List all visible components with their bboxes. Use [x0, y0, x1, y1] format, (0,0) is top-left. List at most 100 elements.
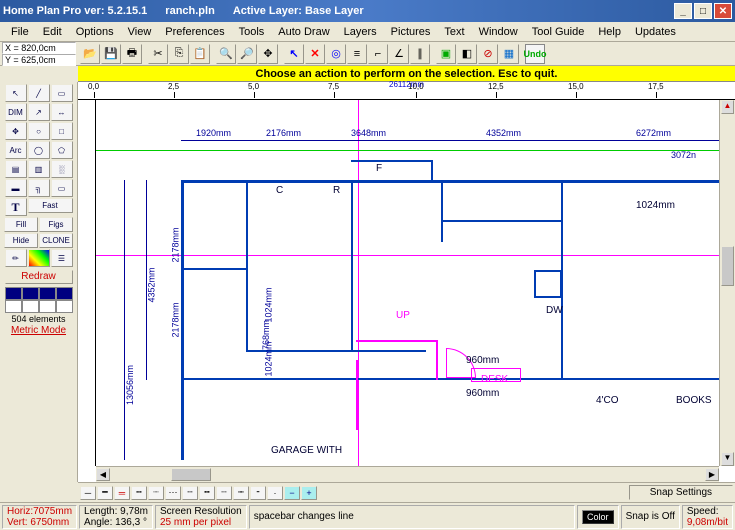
tool-door-icon[interactable]: ╗ [28, 179, 50, 197]
tool-zoomout-icon[interactable]: 🔎 [237, 44, 257, 64]
linetype-9-icon[interactable]: ┄ [216, 486, 232, 500]
tool-angle-icon[interactable]: ∠ [389, 44, 409, 64]
tool-green-icon[interactable]: ▣ [436, 44, 456, 64]
tool-dim-button[interactable]: DIM [5, 103, 27, 121]
tool-hatch2-icon[interactable]: ▥ [28, 160, 50, 178]
tool-dim2-icon[interactable]: ↔ [51, 103, 73, 121]
swatch[interactable] [56, 300, 73, 313]
menu-autodraw[interactable]: Auto Draw [271, 24, 336, 40]
tool-misc-icon[interactable]: ◧ [457, 44, 477, 64]
tool-figs-button[interactable]: Figs [39, 217, 73, 232]
scroll-left-icon[interactable]: ◀ [96, 468, 110, 481]
linetype-11-icon[interactable]: ⁃ [250, 486, 266, 500]
swatch[interactable] [22, 287, 39, 300]
menu-layers[interactable]: Layers [337, 24, 384, 40]
tool-save-icon[interactable]: 💾 [101, 44, 121, 64]
tool-red-icon[interactable]: ⊘ [478, 44, 498, 64]
close-button[interactable]: ✕ [714, 3, 732, 19]
tool-circle-icon[interactable]: ○ [28, 122, 50, 140]
maximize-button[interactable]: □ [694, 3, 712, 19]
tool-cut-icon[interactable]: ✂ [148, 44, 168, 64]
tool-square-icon[interactable]: □ [51, 122, 73, 140]
linetype-minus-icon[interactable]: − [284, 486, 300, 500]
horizontal-scrollbar[interactable]: ◀ ▶ [96, 466, 719, 482]
menu-pictures[interactable]: Pictures [384, 24, 438, 40]
tool-parallel-icon[interactable]: ∥ [410, 44, 430, 64]
redraw-button[interactable]: Redraw [5, 270, 73, 284]
linetype-7-icon[interactable]: ╌ [182, 486, 198, 500]
scroll-down-icon[interactable]: ▼ [721, 452, 734, 466]
linetype-4-icon[interactable]: ┅ [131, 486, 147, 500]
linetype-plus-icon[interactable]: + [301, 486, 317, 500]
swatch[interactable] [5, 300, 22, 313]
linetype-2-icon[interactable]: ━ [97, 486, 113, 500]
drawing-canvas[interactable]: 1920mm2176mm3648mm4352mm6272mm3072n2178m… [96, 100, 719, 466]
tool-move-icon[interactable]: ✥ [5, 122, 27, 140]
linetype-10-icon[interactable]: ┉ [233, 486, 249, 500]
menu-toolguide[interactable]: Tool Guide [525, 24, 592, 40]
tool-paste-icon[interactable]: 📋 [190, 44, 210, 64]
swatch[interactable] [39, 287, 56, 300]
tool-layer-icon[interactable]: ☰ [51, 249, 73, 267]
menu-view[interactable]: View [121, 24, 159, 40]
tool-eraser-icon[interactable]: ✏ [5, 249, 27, 267]
tool-hatch-icon[interactable]: ▤ [5, 160, 27, 178]
vertical-scrollbar[interactable]: ▲ ▼ [719, 100, 735, 466]
swatch[interactable] [39, 300, 56, 313]
tool-ellipse-icon[interactable]: ◯ [28, 141, 50, 159]
color-button[interactable]: Color [582, 510, 614, 524]
tool-window-icon[interactable]: ▭ [51, 179, 73, 197]
linetype-3-icon[interactable]: ═ [114, 486, 130, 500]
undo-button[interactable]: Undo [525, 44, 545, 64]
tool-print-icon[interactable]: 🖶 [122, 44, 142, 64]
tool-corner-icon[interactable]: ⌐ [368, 44, 388, 64]
tool-arrow-icon[interactable]: ↖ [284, 44, 304, 64]
tool-zoomin-icon[interactable]: 🔍 [216, 44, 236, 64]
tool-rect-icon[interactable]: ▭ [51, 84, 73, 102]
snap-settings-button[interactable]: Snap Settings [629, 485, 733, 500]
tool-hide-button[interactable]: Hide [4, 233, 38, 248]
tool-arc-button[interactable]: Arc [5, 141, 27, 159]
linetype-6-icon[interactable]: ⋯ [165, 486, 181, 500]
metric-mode-toggle[interactable]: Metric Mode [11, 325, 66, 336]
tool-align-icon[interactable]: ≡ [347, 44, 367, 64]
linetype-8-icon[interactable]: ╍ [199, 486, 215, 500]
tool-grid-icon[interactable]: ▦ [499, 44, 519, 64]
tool-fast-button[interactable]: Fast [28, 198, 73, 213]
tool-leader-icon[interactable]: ↗ [28, 103, 50, 121]
linetype-1-icon[interactable]: ─ [80, 486, 96, 500]
tool-copy-icon[interactable]: ⎘ [169, 44, 189, 64]
swatch[interactable] [56, 287, 73, 300]
menu-tools[interactable]: Tools [232, 24, 272, 40]
tool-open-icon[interactable]: 📂 [80, 44, 100, 64]
menu-options[interactable]: Options [69, 24, 121, 40]
tool-select-icon[interactable]: ↖ [5, 84, 27, 102]
scroll-right-icon[interactable]: ▶ [705, 468, 719, 481]
tool-poly-icon[interactable]: ⬠ [51, 141, 73, 159]
swatch[interactable] [22, 300, 39, 313]
tool-line-icon[interactable]: ╱ [28, 84, 50, 102]
menu-window[interactable]: Window [472, 24, 525, 40]
tool-clone-button[interactable]: CLONE [39, 233, 73, 248]
tool-target-icon[interactable]: ◎ [326, 44, 346, 64]
scroll-up-icon[interactable]: ▲ [721, 100, 734, 114]
tool-hatch3-icon[interactable]: ░ [51, 160, 73, 178]
tool-wall-icon[interactable]: ▬ [5, 179, 27, 197]
tool-color-icon[interactable] [28, 249, 50, 267]
menu-preferences[interactable]: Preferences [158, 24, 231, 40]
menu-text[interactable]: Text [437, 24, 471, 40]
tool-pan-icon[interactable]: ✥ [258, 44, 278, 64]
tool-cross-icon[interactable]: ✕ [305, 44, 325, 64]
tool-text-button[interactable]: T [5, 198, 27, 216]
menu-file[interactable]: File [4, 24, 36, 40]
linetype-12-icon[interactable]: · [267, 486, 283, 500]
linetype-5-icon[interactable]: ┈ [148, 486, 164, 500]
swatch[interactable] [5, 287, 22, 300]
scrollbar-thumb[interactable] [171, 468, 211, 481]
minimize-button[interactable]: _ [674, 3, 692, 19]
tool-fill-button[interactable]: Fill [4, 217, 38, 232]
menu-edit[interactable]: Edit [36, 24, 69, 40]
scrollbar-thumb[interactable] [721, 246, 734, 286]
menu-updates[interactable]: Updates [628, 24, 683, 40]
menu-help[interactable]: Help [591, 24, 628, 40]
